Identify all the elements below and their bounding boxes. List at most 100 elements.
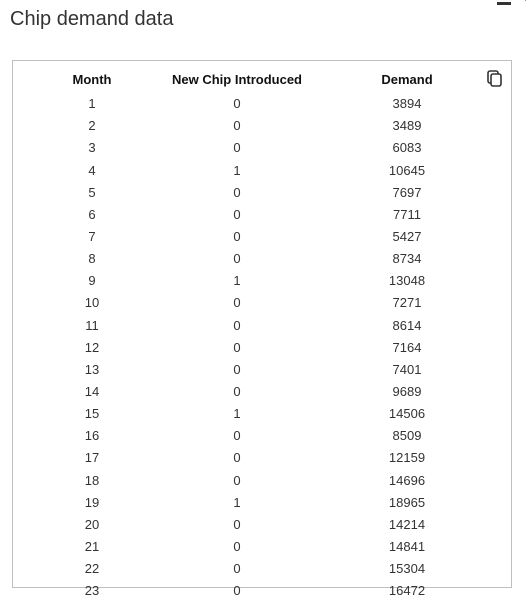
table-row: 1608509 bbox=[32, 425, 492, 447]
table-body: 1038942034893060834110645507697607711705… bbox=[32, 93, 492, 606]
cell-demand: 10645 bbox=[322, 160, 492, 182]
cell-month: 4 bbox=[32, 160, 152, 182]
table-row: 705427 bbox=[32, 226, 492, 248]
cell-month: 7 bbox=[32, 226, 152, 248]
table-row: 1409689 bbox=[32, 381, 492, 403]
cell-demand: 16472 bbox=[322, 580, 492, 602]
cell-newchip: 0 bbox=[152, 204, 322, 226]
cell-month: 10 bbox=[32, 292, 152, 314]
cell-month: 11 bbox=[32, 315, 152, 337]
cell-demand: 14506 bbox=[322, 403, 492, 425]
cell-demand: 14696 bbox=[322, 470, 492, 492]
table-row: 22015304 bbox=[32, 558, 492, 580]
cell-demand: 16974 bbox=[322, 602, 492, 606]
expand-icon[interactable] bbox=[519, 0, 526, 8]
cell-newchip: 1 bbox=[152, 403, 322, 425]
data-table: Month New Chip Introduced Demand 1038942… bbox=[32, 69, 492, 606]
cell-demand: 8509 bbox=[322, 425, 492, 447]
cell-demand: 8734 bbox=[322, 248, 492, 270]
cell-newchip: 0 bbox=[152, 115, 322, 137]
cell-demand: 15304 bbox=[322, 558, 492, 580]
cell-month: 16 bbox=[32, 425, 152, 447]
table-row: 1108614 bbox=[32, 315, 492, 337]
cell-newchip: 1 bbox=[152, 492, 322, 514]
cell-newchip: 1 bbox=[152, 270, 322, 292]
cell-month: 18 bbox=[32, 470, 152, 492]
cell-newchip: 0 bbox=[152, 315, 322, 337]
cell-newchip: 0 bbox=[152, 359, 322, 381]
table-row: 21014841 bbox=[32, 536, 492, 558]
table-row: 103894 bbox=[32, 93, 492, 115]
table-row: 4110645 bbox=[32, 160, 492, 182]
cell-demand: 7697 bbox=[322, 182, 492, 204]
table-header-row: Month New Chip Introduced Demand bbox=[32, 69, 492, 93]
cell-demand: 18965 bbox=[322, 492, 492, 514]
cell-month: 13 bbox=[32, 359, 152, 381]
table-row: 808734 bbox=[32, 248, 492, 270]
cell-demand: 14214 bbox=[322, 514, 492, 536]
cell-newchip: 0 bbox=[152, 536, 322, 558]
cell-newchip: 0 bbox=[152, 381, 322, 403]
cell-month: 19 bbox=[32, 492, 152, 514]
cell-demand: 5427 bbox=[322, 226, 492, 248]
cell-newchip: 1 bbox=[152, 160, 322, 182]
cell-demand: 7271 bbox=[322, 292, 492, 314]
cell-newchip: 0 bbox=[152, 558, 322, 580]
cell-demand: 7711 bbox=[322, 204, 492, 226]
table-row: 1007271 bbox=[32, 292, 492, 314]
col-demand: Demand bbox=[322, 69, 492, 93]
cell-month: 22 bbox=[32, 558, 152, 580]
cell-newchip: 0 bbox=[152, 137, 322, 159]
cell-newchip: 0 bbox=[152, 470, 322, 492]
cell-month: 8 bbox=[32, 248, 152, 270]
cell-demand: 7164 bbox=[322, 337, 492, 359]
cell-demand: 13048 bbox=[322, 270, 492, 292]
table-row: 306083 bbox=[32, 137, 492, 159]
cell-newchip: 0 bbox=[152, 447, 322, 469]
cell-newchip: 0 bbox=[152, 292, 322, 314]
page-title: Chip demand data bbox=[10, 8, 173, 31]
cell-month: 24 bbox=[32, 602, 152, 606]
cell-month: 23 bbox=[32, 580, 152, 602]
table-row: 507697 bbox=[32, 182, 492, 204]
table-row: 1207164 bbox=[32, 337, 492, 359]
minimize-icon[interactable] bbox=[497, 2, 511, 5]
cell-newchip: 0 bbox=[152, 514, 322, 536]
table-row: 19118965 bbox=[32, 492, 492, 514]
table-row: 203489 bbox=[32, 115, 492, 137]
cell-demand: 8614 bbox=[322, 315, 492, 337]
cell-demand: 14841 bbox=[322, 536, 492, 558]
window-controls bbox=[497, 0, 526, 14]
table-row: 24016974 bbox=[32, 602, 492, 606]
copy-button[interactable] bbox=[485, 69, 503, 87]
data-panel: Month New Chip Introduced Demand 1038942… bbox=[12, 60, 512, 588]
col-month: Month bbox=[32, 69, 152, 93]
cell-newchip: 0 bbox=[152, 580, 322, 602]
cell-newchip: 0 bbox=[152, 248, 322, 270]
cell-newchip: 0 bbox=[152, 602, 322, 606]
cell-month: 5 bbox=[32, 182, 152, 204]
table-row: 23016472 bbox=[32, 580, 492, 602]
cell-newchip: 0 bbox=[152, 226, 322, 248]
cell-demand: 7401 bbox=[322, 359, 492, 381]
cell-month: 14 bbox=[32, 381, 152, 403]
cell-month: 17 bbox=[32, 447, 152, 469]
cell-month: 3 bbox=[32, 137, 152, 159]
table-row: 17012159 bbox=[32, 447, 492, 469]
cell-demand: 3489 bbox=[322, 115, 492, 137]
cell-month: 20 bbox=[32, 514, 152, 536]
table-row: 607711 bbox=[32, 204, 492, 226]
table-row: 9113048 bbox=[32, 270, 492, 292]
cell-newchip: 0 bbox=[152, 337, 322, 359]
cell-demand: 6083 bbox=[322, 137, 492, 159]
cell-month: 9 bbox=[32, 270, 152, 292]
cell-demand: 3894 bbox=[322, 93, 492, 115]
table-row: 15114506 bbox=[32, 403, 492, 425]
copy-icon bbox=[485, 69, 503, 87]
table-row: 1307401 bbox=[32, 359, 492, 381]
cell-month: 1 bbox=[32, 93, 152, 115]
table-row: 20014214 bbox=[32, 514, 492, 536]
cell-month: 15 bbox=[32, 403, 152, 425]
cell-month: 21 bbox=[32, 536, 152, 558]
cell-newchip: 0 bbox=[152, 93, 322, 115]
